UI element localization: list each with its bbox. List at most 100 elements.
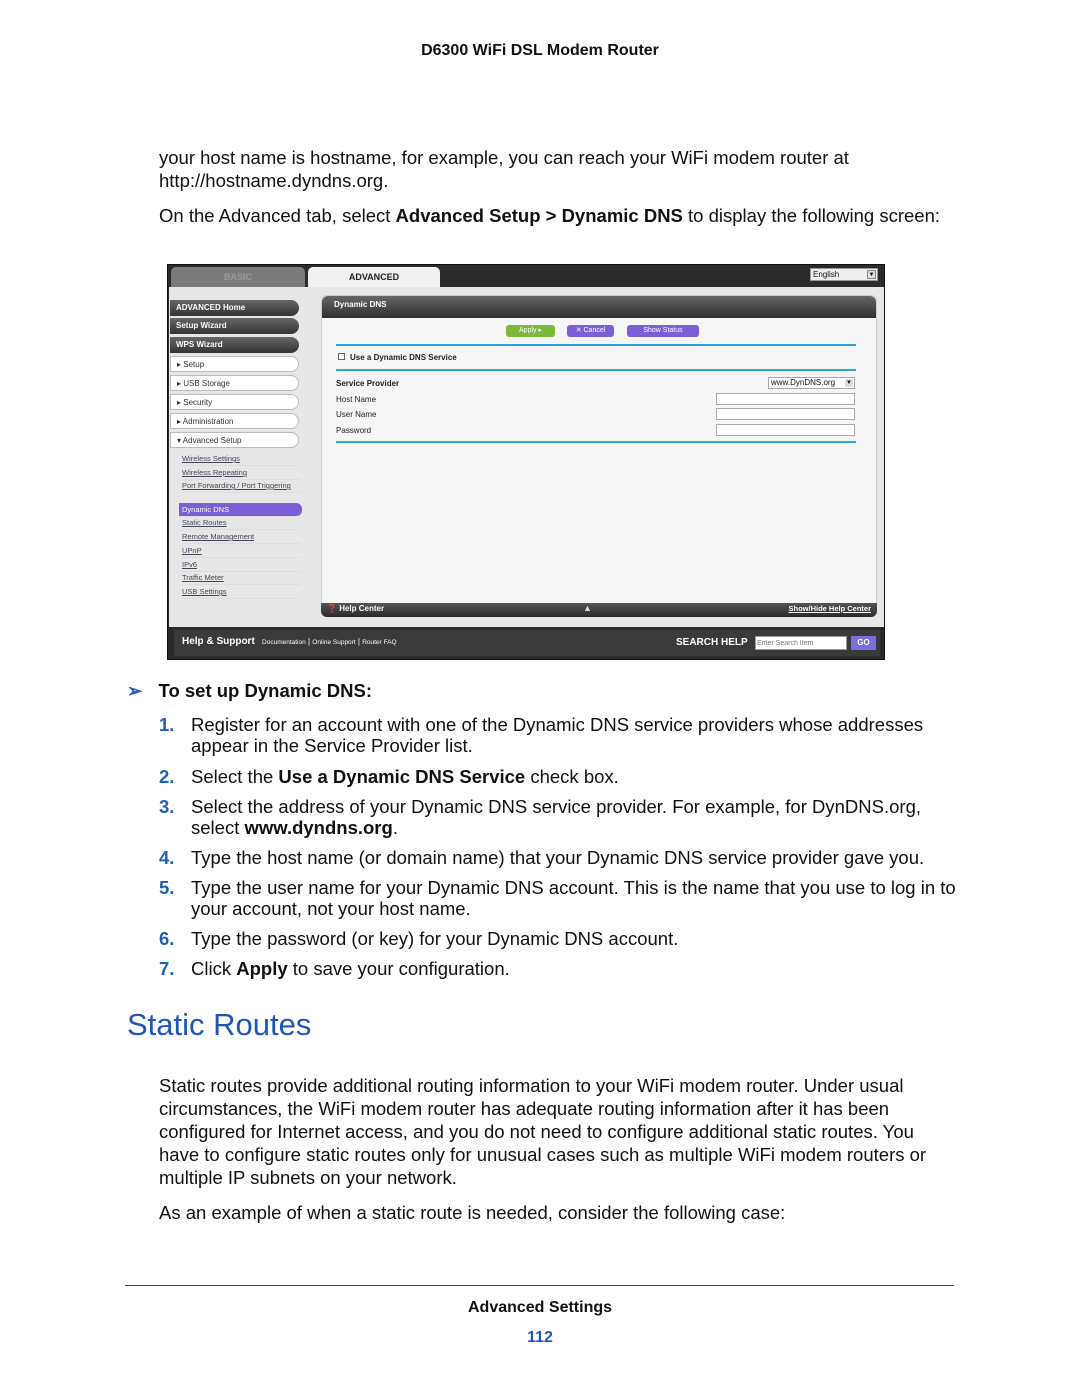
submenu-usb-settings[interactable]: USB Settings: [182, 585, 300, 599]
step-text: Click Apply to save your configuration.: [191, 958, 959, 979]
service-provider-value: www.DynDNS.org: [771, 378, 836, 387]
text: Click: [191, 958, 237, 979]
language-value: English: [813, 270, 840, 279]
submenu-upnp[interactable]: UPnP: [182, 544, 300, 558]
nav-setup-wizard[interactable]: Setup Wizard: [170, 318, 299, 334]
step-text: Type the user name for your Dynamic DNS …: [191, 877, 959, 919]
list-item: 2. Select the Use a Dynamic DNS Service c…: [159, 766, 959, 787]
nav-setup[interactable]: ▸ Setup: [170, 356, 299, 372]
emphasis: Use a Dynamic DNS Service: [278, 766, 526, 787]
text: .: [392, 817, 398, 838]
text: to save your configuration.: [287, 958, 510, 979]
step-number: 1.: [159, 714, 175, 735]
step-number: 4.: [159, 847, 175, 868]
list-item: 4. Type the host name (or domain name) th…: [159, 847, 959, 868]
online-support-link[interactable]: Online Support: [312, 639, 355, 646]
text: Type the host name (or domain name) that…: [191, 847, 925, 868]
user-name-label: User Name: [336, 410, 377, 419]
divider: [336, 344, 856, 346]
arrow-bullet-icon: ➢: [127, 680, 143, 701]
step-text: Select the address of your Dynamic DNS s…: [191, 796, 959, 838]
text: check box.: [525, 766, 619, 787]
dynamic-dns-panel: Dynamic DNS Apply ▸ ✕ Cancel Show Status…: [321, 295, 877, 611]
nav-usb-storage[interactable]: ▸ USB Storage: [170, 375, 299, 391]
password-label: Password: [336, 426, 372, 435]
list-item: 3. Select the address of your Dynamic DNS…: [159, 796, 959, 838]
submenu-traffic-meter[interactable]: Traffic Meter: [182, 571, 300, 585]
submenu-port-forwarding[interactable]: Port Forwarding / Port Triggering: [182, 480, 300, 493]
tab-advanced[interactable]: ADVANCED: [308, 267, 440, 287]
nav-advanced-setup[interactable]: ▾ Advanced Setup: [170, 432, 299, 448]
step-text: Select the Use a Dynamic DNS Service che…: [191, 766, 959, 787]
go-button[interactable]: GO: [851, 636, 876, 650]
step-number: 7.: [159, 958, 175, 979]
step-text: Type the host name (or domain name) that…: [191, 847, 959, 868]
submenu-static-routes[interactable]: Static Routes: [182, 516, 300, 530]
divider: [336, 441, 856, 443]
step-number: 3.: [159, 796, 175, 817]
router-faq-link[interactable]: Router FAQ: [362, 639, 396, 646]
submenu-ipv6[interactable]: IPv6: [182, 558, 300, 572]
help-support-title: Help & Support: [182, 636, 255, 647]
chevron-down-icon: ▼: [867, 270, 876, 279]
documentation-link[interactable]: Documentation: [262, 639, 306, 646]
footer-rule: [125, 1285, 954, 1286]
search-help-input[interactable]: [755, 636, 847, 650]
chevron-down-icon: ▼: [845, 379, 853, 387]
host-name-label: Host Name: [336, 395, 377, 404]
tab-basic[interactable]: BASIC: [171, 267, 305, 287]
menu-path: Advanced Setup > Dynamic DNS: [395, 205, 683, 226]
user-name-input[interactable]: [716, 408, 855, 420]
language-select[interactable]: English ▼: [810, 268, 878, 281]
service-provider-select[interactable]: www.DynDNS.org ▼: [768, 377, 855, 389]
help-center-bar: ❓ Help Center ▲ Show/Hide Help Center: [321, 603, 877, 617]
cancel-button[interactable]: ✕ Cancel: [567, 325, 614, 337]
section-heading: Static Routes: [127, 1007, 312, 1042]
submenu-dynamic-dns[interactable]: Dynamic DNS: [179, 503, 302, 517]
nav-security[interactable]: ▸ Security: [170, 394, 299, 410]
password-input[interactable]: [716, 424, 855, 436]
footer-section: Advanced Settings: [467, 1299, 613, 1316]
use-ddns-checkbox[interactable]: [338, 353, 345, 360]
list-item: 7. Click Apply to save your configuration…: [159, 958, 959, 979]
show-hide-help-link[interactable]: Show/Hide Help Center: [788, 604, 871, 613]
page-header: D6300 WiFi DSL Modem Router: [421, 42, 659, 59]
text: Register for an account with one of the …: [191, 714, 924, 756]
intro-paragraph: your host name is hostname, for example,…: [159, 147, 849, 191]
step-number: 5.: [159, 877, 175, 898]
list-item: 6. Type the password (or key) for your Dy…: [159, 928, 959, 949]
checkbox-label: Use a Dynamic DNS Service: [350, 353, 457, 362]
procedure-title: To set up Dynamic DNS:: [158, 680, 372, 701]
nav-advanced-home[interactable]: ADVANCED Home: [170, 300, 299, 316]
help-support-footer: Help & Support Documentation | Online Su…: [174, 630, 880, 656]
router-screenshot: BASIC ADVANCED English ▼ ADVANCED Home Se…: [167, 264, 885, 660]
list-item: 1. Register for an account with one of th…: [159, 714, 959, 756]
help-icon: ❓: [327, 604, 337, 613]
static-routes-paragraph: Static routes provide additional routing…: [159, 1075, 927, 1188]
show-status-button[interactable]: Show Status: [627, 325, 699, 337]
text: On the Advanced tab, select: [159, 205, 396, 226]
host-name-input[interactable]: [716, 393, 855, 405]
nav-administration[interactable]: ▸ Administration: [170, 413, 299, 429]
list-item: 5. Type the user name for your Dynamic DN…: [159, 877, 959, 919]
procedure-heading: ➢ To set up Dynamic DNS:: [127, 680, 372, 702]
text: Type the password (or key) for your Dyna…: [191, 928, 679, 949]
use-ddns-checkbox-row[interactable]: Use a Dynamic DNS Service: [338, 353, 457, 362]
apply-button[interactable]: Apply ▸: [506, 325, 555, 337]
text: Select the: [191, 766, 279, 787]
submenu-wireless-settings[interactable]: Wireless Settings: [182, 452, 300, 466]
step-number: 6.: [159, 928, 175, 949]
panel-title: Dynamic DNS: [322, 296, 876, 318]
help-center-label: Help Center: [339, 604, 385, 613]
page-number: 112: [527, 1329, 553, 1346]
text: to display the following screen:: [682, 205, 940, 226]
submenu-wireless-repeating[interactable]: Wireless Repeating: [182, 466, 300, 480]
expand-arrow-icon[interactable]: ▲: [583, 603, 592, 613]
service-provider-label: Service Provider: [336, 379, 400, 388]
emphasis: www.dyndns.org: [244, 817, 393, 838]
submenu-remote-management[interactable]: Remote Management: [182, 530, 300, 544]
intro-instruction: On the Advanced tab, select Advanced Set…: [159, 204, 959, 227]
step-text: Type the password (or key) for your Dyna…: [191, 928, 959, 949]
nav-wps-wizard[interactable]: WPS Wizard: [170, 337, 299, 353]
search-help-label: SEARCH HELP: [676, 637, 748, 648]
